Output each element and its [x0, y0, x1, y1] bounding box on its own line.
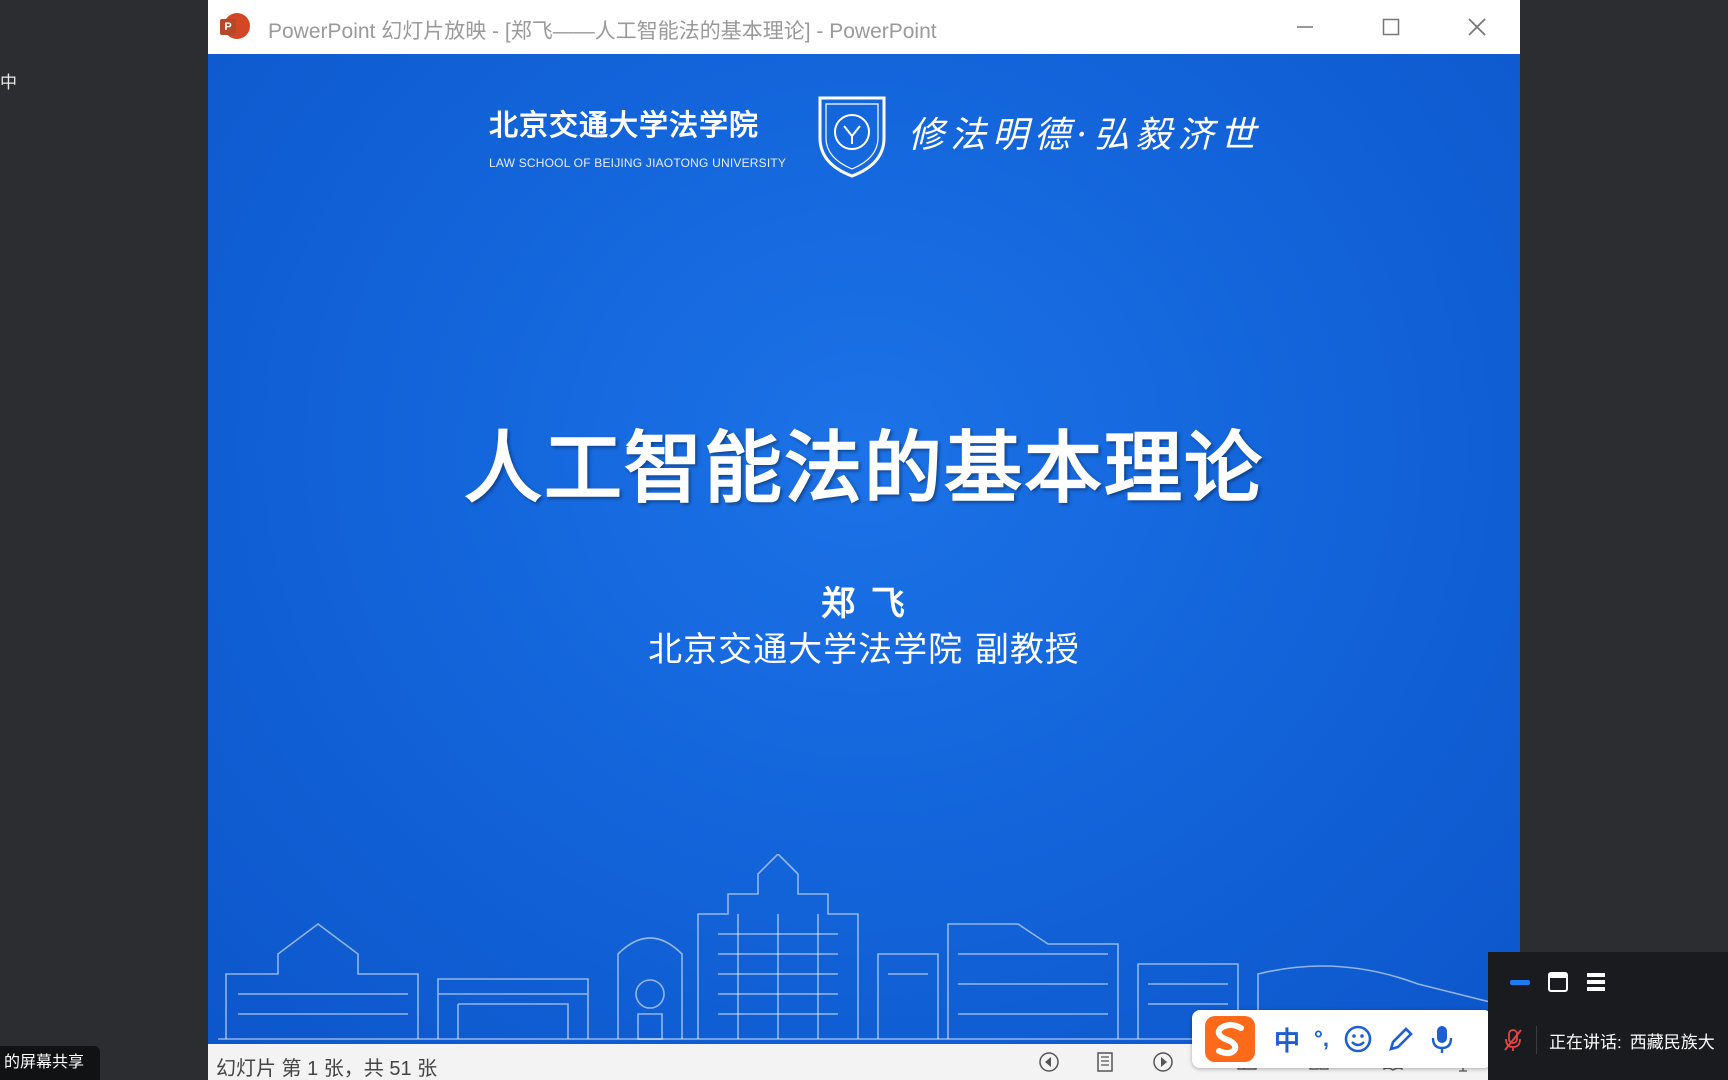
microphone-icon	[1431, 1026, 1453, 1053]
window-controls	[1262, 0, 1520, 54]
slide-menu-icon[interactable]	[1094, 1051, 1116, 1073]
window-icon	[1548, 972, 1568, 992]
background-left-text: 中	[0, 73, 17, 92]
school-motto: 修法明德·弘毅济世	[908, 115, 1262, 156]
ime-punctuation-toggle[interactable]: °,	[1314, 1010, 1329, 1068]
maximize-icon	[1382, 18, 1400, 36]
voice-input-button[interactable]	[1429, 1010, 1455, 1068]
pen-icon	[1389, 1027, 1413, 1051]
meeting-control-panel: 正在讲话: 西藏民族大	[1488, 952, 1728, 1080]
input-method-toolbar: 中 °,	[1192, 1010, 1492, 1068]
speaking-label: 正在讲话:	[1549, 1032, 1622, 1052]
sogou-logo-icon[interactable]	[1200, 1012, 1260, 1066]
slide-title: 人工智能法的基本理论	[463, 424, 1264, 512]
microphone-muted-icon[interactable]	[1502, 1028, 1524, 1052]
window-title: PowerPoint 幻灯片放映 - [郑飞——人工智能法的基本理论] - Po…	[268, 20, 937, 43]
minimize-button[interactable]	[1262, 0, 1348, 54]
powerpoint-logo-icon: P	[220, 13, 250, 41]
handwriting-button[interactable]	[1387, 1010, 1415, 1068]
slide-affiliation: 北京交通大学法学院 副教授	[648, 630, 1080, 670]
next-slide-icon[interactable]	[1152, 1051, 1174, 1073]
minimize-icon	[1297, 26, 1313, 28]
emoji-icon	[1344, 1025, 1372, 1053]
minimize-panel-button[interactable]	[1502, 968, 1538, 996]
emoji-button[interactable]	[1343, 1010, 1373, 1068]
dash-icon	[1510, 980, 1530, 985]
school-emblem-icon	[818, 96, 886, 178]
close-button[interactable]	[1434, 0, 1520, 54]
slide-author: 郑 飞	[821, 584, 907, 624]
ime-mode-toggle[interactable]: 中	[1274, 1010, 1300, 1068]
close-icon	[1468, 18, 1486, 36]
maximize-button[interactable]	[1348, 0, 1434, 54]
slide-canvas[interactable]: 北京交通大学法学院 LAW SCHOOL OF BEIJING JIAOTONG…	[208, 54, 1520, 1044]
school-name-en: LAW SCHOOL OF BEIJING JIAOTONG UNIVERSIT…	[489, 156, 787, 170]
window-mode-button[interactable]	[1540, 968, 1576, 996]
panel-divider	[1536, 1026, 1537, 1054]
powerpoint-window: P PowerPoint 幻灯片放映 - [郑飞——人工智能法的基本理论] - …	[208, 0, 1520, 1080]
previous-slide-icon[interactable]	[1038, 1051, 1060, 1073]
school-name-cn: 北京交通大学法学院	[489, 110, 760, 142]
slide-counter: 幻灯片 第 1 张，共 51 张	[216, 1058, 438, 1080]
title-bar: P PowerPoint 幻灯片放映 - [郑飞——人工智能法的基本理论] - …	[208, 0, 1520, 54]
screen-share-tag: 的屏幕共享	[0, 1046, 100, 1080]
list-icon	[1587, 973, 1605, 991]
current-speaker: 西藏民族大	[1629, 1032, 1715, 1052]
list-view-button[interactable]	[1578, 968, 1614, 996]
